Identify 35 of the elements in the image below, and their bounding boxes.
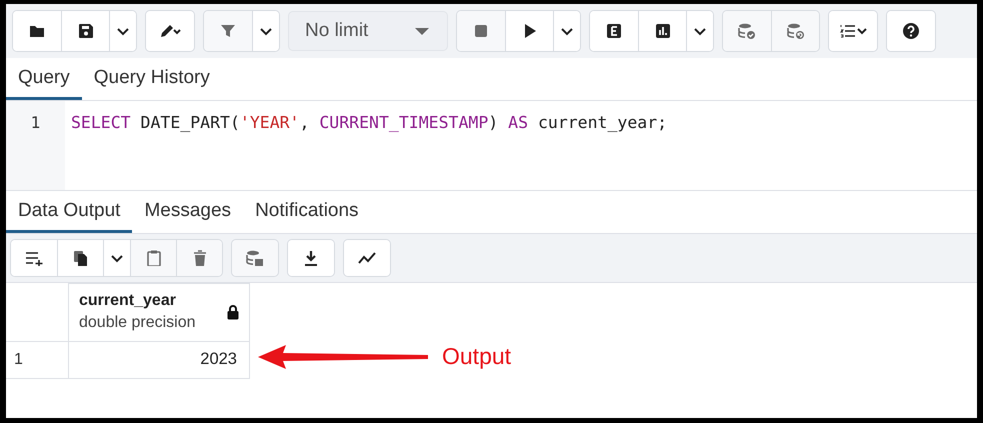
line-graph-icon [358,250,376,266]
pencil-icon [159,23,181,39]
code-editor[interactable]: 1 SELECT DATE_PART('YEAR', CURRENT_TIMESTAMP) AS current_year; [6,101,977,191]
line-number: 1 [30,113,42,132]
folder-icon [29,23,45,39]
numbered-list-icon [840,23,866,39]
help-icon [903,23,919,39]
letter-e-icon [606,23,622,39]
caret-button[interactable] [553,11,580,51]
caret-button[interactable] [252,11,279,51]
column-header[interactable]: current_year double precision [68,284,250,341]
bar-chart-icon [654,23,670,39]
download-icon [303,250,319,266]
column-type: double precision [79,314,196,332]
tab[interactable]: Messages [132,191,244,233]
row-limit-dropdown[interactable]: No limit [288,11,448,51]
column-name: current_year [79,292,177,310]
trash-icon [192,250,208,266]
code-line: SELECT DATE_PART('YEAR', CURRENT_TIMESTAMP) AS current_year; [71,113,668,132]
table-cell: 2023 [68,341,250,378]
tab[interactable]: Query History [82,58,222,100]
database-check-icon [738,23,756,39]
database-undo-icon [786,23,804,39]
annotation-label: Output [442,343,512,370]
dropdown-caret-icon [415,28,429,34]
caret-button[interactable] [109,11,136,51]
caret-button[interactable] [686,11,713,51]
add-row-icon [24,250,44,266]
filter-icon [220,23,236,39]
stop-icon [473,23,489,39]
row-number: 1 [6,341,68,378]
tab[interactable]: Notifications [243,191,371,233]
clipboard-icon [146,250,162,266]
database-save-icon [246,250,264,266]
copy-icon [72,250,88,266]
